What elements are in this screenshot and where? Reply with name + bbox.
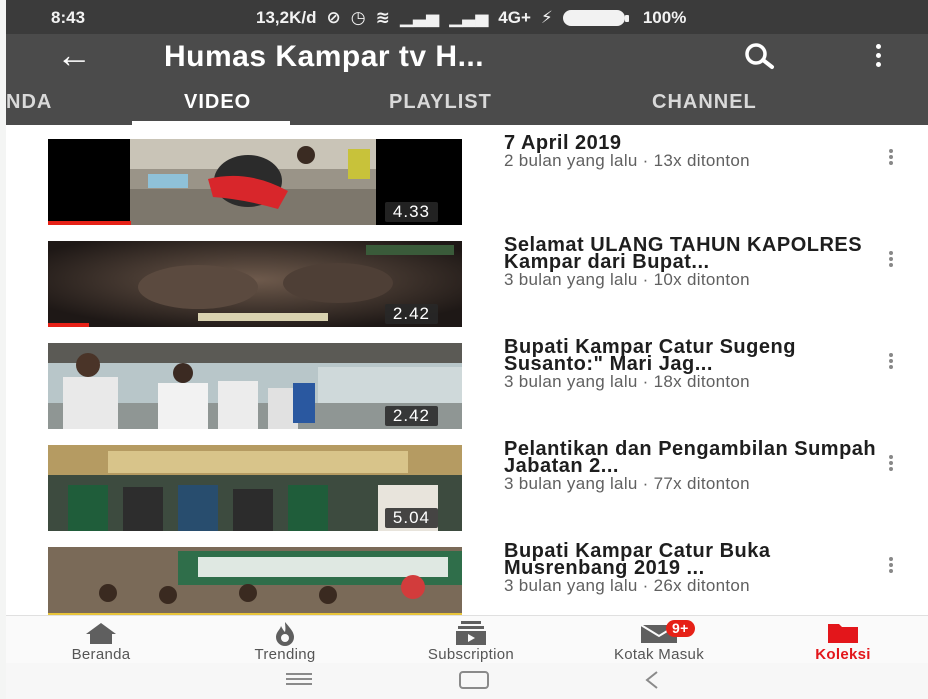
video-meta: 3 bulan yang lalu · 10x ditonton (504, 270, 750, 289)
nav-label: Kotak Masuk (613, 646, 704, 663)
video-duration: 5.04 (384, 508, 438, 528)
video-item: 2.42 Selamat ULANG TAHUN KAPOLRES Kampar… (6, 227, 928, 329)
nav-trending[interactable]: Trending (210, 620, 360, 663)
no-sim-icon: ⊘ (326, 8, 341, 27)
system-navigation-bar (6, 663, 928, 699)
subscriptions-icon (396, 620, 546, 646)
video-title-block[interactable]: Pelantikan dan Pengambilan Sumpah Jabata… (504, 438, 884, 493)
video-title: Pelantikan dan Pengambilan Sumpah Jabata… (504, 438, 877, 477)
video-meta: 3 bulan yang lalu · 18x ditonton (504, 372, 750, 391)
video-duration: 2.42 (384, 304, 438, 324)
video-title-block[interactable]: Selamat ULANG TAHUN KAPOLRES Kampar dari… (504, 234, 884, 289)
status-bar: 8:43 13,2K/d ⊘ ◷ ≋ ▁▃▅ ▁▃▅ 4G+ ⚡ 100% (6, 0, 928, 34)
video-duration: 2.42 (384, 406, 438, 426)
inbox-icon (584, 620, 734, 646)
video-title: Selamat ULANG TAHUN KAPOLRES Kampar dari… (504, 234, 863, 273)
folder-icon (768, 620, 918, 646)
watch-progress-bar (48, 221, 131, 225)
status-time: 8:43 (51, 8, 86, 27)
network-type: 4G+ (498, 8, 531, 27)
thumbnail-image (48, 547, 462, 615)
video-thumbnail[interactable]: 2.42 (48, 241, 462, 327)
nav-kotak-masuk[interactable]: 9+ Kotak Masuk (584, 620, 734, 663)
home-icon (26, 620, 176, 646)
video-meta: 2 bulan yang lalu · 13x ditonton (504, 151, 750, 170)
alarm-icon: ◷ (350, 8, 366, 27)
youtube-app-screen: 8:43 13,2K/d ⊘ ◷ ≋ ▁▃▅ ▁▃▅ 4G+ ⚡ 100% ← … (6, 0, 928, 699)
nav-beranda[interactable]: Beranda (26, 620, 176, 663)
notification-badge: 9+ (666, 620, 695, 637)
watch-progress-bar (48, 323, 90, 327)
back-arrow-icon[interactable]: ← (56, 36, 92, 74)
video-menu-icon[interactable] (886, 249, 896, 271)
signal-icon-2: ▁▃▅ (449, 8, 489, 27)
channel-title: Humas Kampar tv H... (164, 40, 485, 73)
bottom-navigation: Beranda Trending Subscription 9+ Kotak M… (6, 615, 928, 663)
tab-beranda[interactable]: NDA (6, 91, 52, 114)
wifi-icon: ≋ (375, 8, 390, 27)
video-title: Bupati Kampar Catur Buka Musrenbang 2019… (504, 540, 771, 579)
nav-subscription[interactable]: Subscription (396, 620, 546, 663)
more-options-icon[interactable] (868, 40, 888, 74)
video-meta: 3 bulan yang lalu · 26x ditonton (504, 576, 750, 595)
battery-percent: 100% (642, 8, 687, 27)
video-thumbnail[interactable]: 2.42 (48, 343, 462, 429)
channel-tabs: NDA VIDEO PLAYLIST CHANNEL (6, 79, 928, 125)
network-speed: 13,2K/d (256, 8, 317, 27)
status-indicators: 13,2K/d ⊘ ◷ ≋ ▁▃▅ ▁▃▅ 4G+ ⚡ 100% (256, 8, 686, 28)
home-button-icon[interactable] (458, 669, 490, 691)
search-icon[interactable] (741, 40, 777, 74)
video-list: 4.33 7 April 2019 2 bulan yang lalu · 13… (6, 125, 928, 615)
back-button-icon[interactable] (642, 669, 662, 691)
signal-icon: ▁▃▅ (399, 8, 440, 27)
video-item: 2.42 Bupati Kampar Catur Sugeng Susanto:… (6, 329, 928, 431)
nav-label: Trending (254, 646, 316, 663)
app-bar: ← Humas Kampar tv H... (6, 34, 928, 79)
video-menu-icon[interactable] (886, 351, 896, 373)
nav-label: Koleksi (815, 646, 871, 663)
flame-icon (210, 620, 360, 646)
video-meta: 3 bulan yang lalu · 77x ditonton (504, 474, 750, 493)
battery-icon (562, 10, 629, 26)
video-title: Bupati Kampar Catur Sugeng Susanto:" Mar… (504, 336, 796, 375)
tab-playlist[interactable]: PLAYLIST (389, 91, 492, 114)
video-thumbnail[interactable]: 4.33 (48, 139, 462, 225)
video-menu-icon[interactable] (886, 453, 896, 475)
video-title-block[interactable]: 7 April 2019 2 bulan yang lalu · 13x dit… (504, 133, 884, 170)
nav-koleksi[interactable]: Koleksi (768, 620, 918, 663)
menu-icon[interactable] (284, 669, 314, 689)
tab-channel[interactable]: CHANNEL (652, 91, 757, 114)
video-thumbnail[interactable]: 5.04 (48, 445, 462, 531)
video-item: Bupati Kampar Catur Buka Musrenbang 2019… (6, 533, 928, 615)
video-menu-icon[interactable] (886, 555, 896, 577)
charging-icon: ⚡ (540, 8, 553, 27)
video-item: 5.04 Pelantikan dan Pengambilan Sumpah J… (6, 431, 928, 533)
video-duration: 4.33 (384, 202, 438, 222)
video-title-block[interactable]: Bupati Kampar Catur Buka Musrenbang 2019… (504, 540, 884, 595)
nav-label: Subscription (427, 646, 515, 663)
nav-label: Beranda (71, 646, 131, 663)
video-menu-icon[interactable] (886, 147, 896, 169)
video-title-block[interactable]: Bupati Kampar Catur Sugeng Susanto:" Mar… (504, 336, 884, 391)
video-item: 4.33 7 April 2019 2 bulan yang lalu · 13… (6, 125, 928, 227)
tab-video[interactable]: VIDEO (184, 91, 251, 114)
video-thumbnail[interactable] (48, 547, 462, 615)
